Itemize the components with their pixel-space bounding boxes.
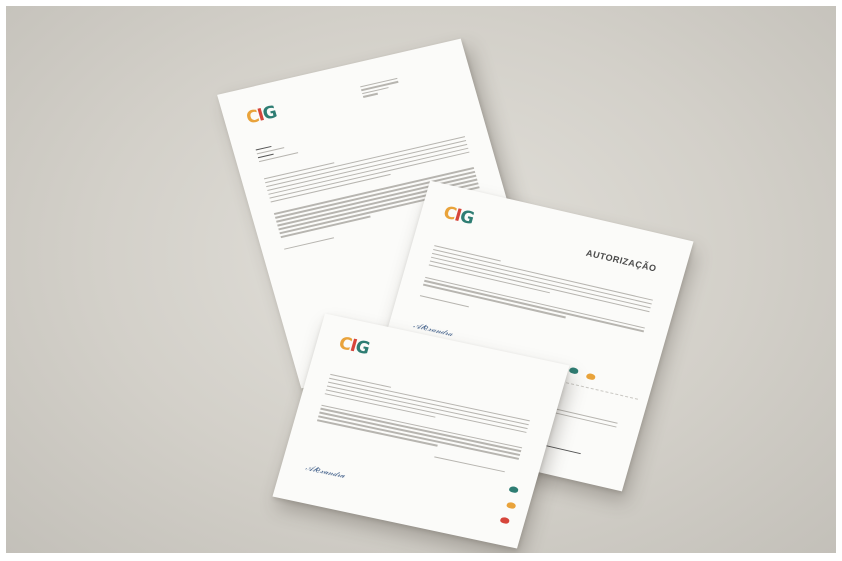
logo-text [371, 350, 394, 355]
decorative-cactus-icon [499, 516, 511, 525]
decorative-cactus-icon [568, 366, 580, 375]
body-text [314, 373, 531, 475]
brand-logo: CIG [441, 202, 501, 234]
signature: 𝒜𝓁𝑒𝓍𝒶𝓃𝒹𝓇𝒶 [304, 462, 346, 480]
logo-text [476, 220, 499, 225]
authorization-title: AUTORIZAÇÃO [584, 247, 658, 274]
date-block [255, 141, 299, 163]
logo-mark: CIG [336, 333, 372, 359]
decorative-cactus-icon [585, 372, 597, 381]
decorative-cactus-icon [505, 501, 517, 510]
brand-logo: CIG [244, 98, 305, 129]
mockup-scene: CIG 𝒜𝓁𝑒𝓍𝒶𝓃𝒹𝓇𝒶 CIG [6, 6, 836, 553]
logo-mark: CIG [441, 202, 476, 229]
decorative-cactus-icon [508, 485, 519, 494]
address-block [360, 77, 400, 98]
logo-text [279, 106, 302, 111]
logo-mark: CIG [244, 102, 279, 129]
brand-logo: CIG [336, 333, 397, 363]
